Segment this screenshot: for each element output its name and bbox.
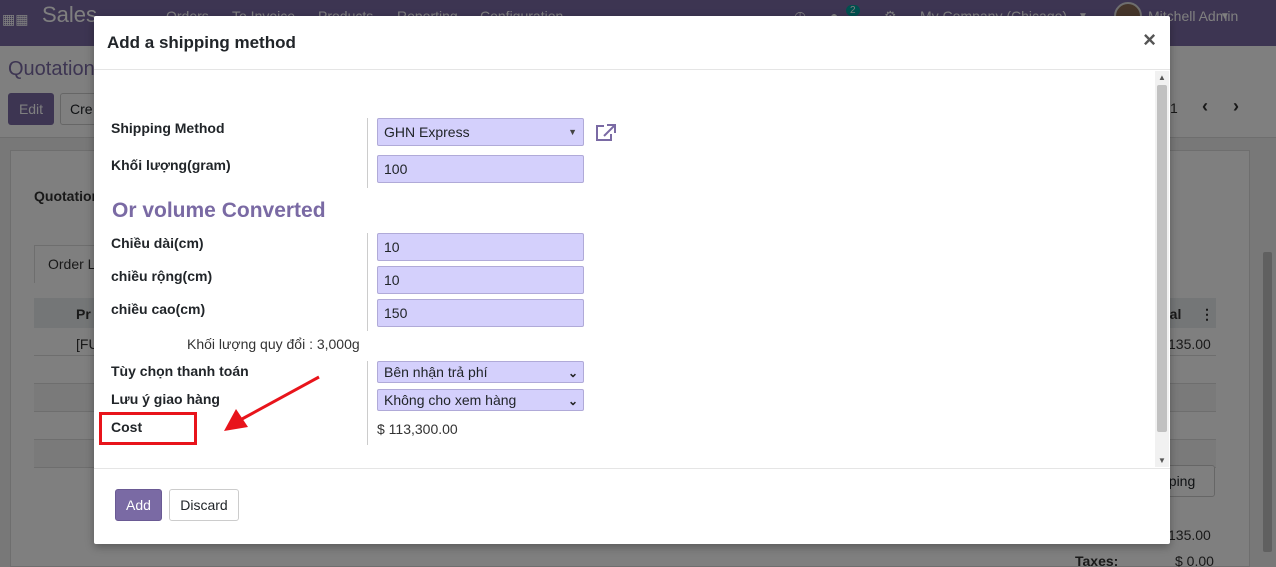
chevron-down-icon: ⌄ xyxy=(567,394,578,408)
cost-value: $ 113,300.00 xyxy=(377,421,458,437)
delivery-note-select[interactable]: Không cho xem hàng ⌄ xyxy=(377,389,584,411)
shipping-method-dialog: Add a shipping method × Shipping Method … xyxy=(94,16,1170,544)
delivery-note-value: Không cho xem hàng xyxy=(384,392,517,408)
width-input[interactable] xyxy=(377,266,584,294)
label-separator xyxy=(367,233,368,331)
modal-footer: Add Discard xyxy=(94,468,1170,544)
length-input[interactable] xyxy=(377,233,584,261)
caret-down-icon: ▼ xyxy=(568,127,577,137)
annotation-arrow-icon xyxy=(224,375,320,431)
width-label: chiều rộng(cm) xyxy=(111,268,213,284)
close-icon[interactable]: × xyxy=(1143,29,1156,51)
delivery-note-label: Lưu ý giao hàng xyxy=(111,391,220,407)
shipping-method-value: GHN Express xyxy=(384,124,470,140)
volume-section-title: Or volume Converted xyxy=(112,199,326,222)
external-link-icon[interactable] xyxy=(595,123,617,143)
height-input[interactable] xyxy=(377,299,584,327)
payment-option-value: Bên nhận trả phí xyxy=(384,364,488,380)
annotation-highlight-box xyxy=(99,412,197,445)
weight-input[interactable] xyxy=(377,155,584,183)
modal-title: Add a shipping method xyxy=(107,33,296,52)
label-separator xyxy=(367,361,368,445)
modal-body: Shipping Method GHN Express ▼ Khối lượng… xyxy=(94,71,1170,467)
modal-scrollbar[interactable]: ▲ ▼ xyxy=(1155,71,1169,467)
weight-label: Khối lượng(gram) xyxy=(111,157,231,173)
modal-header: Add a shipping method × xyxy=(94,16,1170,70)
scroll-up-icon[interactable]: ▲ xyxy=(1158,73,1166,82)
shipping-method-label: Shipping Method xyxy=(111,120,225,136)
height-label: chiều cao(cm) xyxy=(111,301,206,317)
scroll-down-icon[interactable]: ▼ xyxy=(1158,456,1166,465)
discard-button[interactable]: Discard xyxy=(169,489,239,521)
label-separator xyxy=(367,118,368,188)
chevron-down-icon: ⌄ xyxy=(567,366,578,380)
length-label: Chiều dài(cm) xyxy=(111,235,204,251)
shipping-method-select[interactable]: GHN Express ▼ xyxy=(377,118,584,146)
converted-weight-text: Khối lượng quy đổi : 3,000g xyxy=(187,336,360,352)
add-button[interactable]: Add xyxy=(115,489,162,521)
payment-option-select[interactable]: Bên nhận trả phí ⌄ xyxy=(377,361,584,383)
modal-scrollbar-thumb[interactable] xyxy=(1157,85,1167,432)
